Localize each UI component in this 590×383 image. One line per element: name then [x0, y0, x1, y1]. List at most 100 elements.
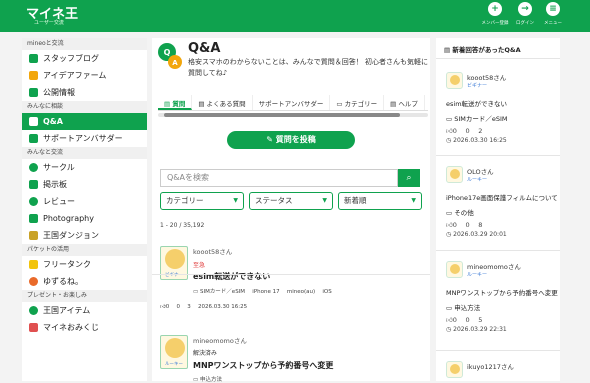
sidebar-item-staff-blog[interactable]: スタッフブログ [22, 50, 147, 67]
post-username[interactable]: mineomomoさん [193, 335, 247, 345]
post-categories: ▭ SIMカード／eSIM iPhone 17 mineo(au) iOS [193, 287, 332, 295]
urgent-tag: 至急 [193, 262, 206, 269]
post-question-label: 質問を投稿 [275, 135, 316, 144]
sidebar-item-board[interactable]: 掲示板 [22, 176, 147, 193]
answer-question-link[interactable]: esim転送ができない [446, 98, 558, 108]
sidebar-item-label: Photography [43, 214, 94, 223]
sidebar-item-label: ゆずるね。 [43, 277, 83, 286]
answer-date: ◷ 2026.03.30 16:25 [446, 137, 507, 144]
search-button[interactable]: ⌕ [398, 169, 420, 187]
status-dropdown[interactable]: ステータス ▼ [249, 192, 333, 210]
sidebar-item-circle[interactable]: サークル [22, 159, 147, 176]
folder-icon: ▭ [446, 115, 455, 123]
avatar[interactable] [446, 166, 463, 183]
folder-icon: ▭ [446, 304, 455, 312]
sidebar-item-omikuji[interactable]: マイネおみくじ [22, 319, 147, 336]
sidebar-item-label: マイネおみくじ [43, 323, 99, 332]
sidebar-section-title: みんなと交流 [22, 147, 147, 159]
answer-question-link[interactable]: MNPワンストップから予約番号へ変更 [446, 287, 558, 297]
qa-badge-icon: Q A [158, 43, 182, 69]
tab-support-ambassador[interactable]: サポートアンバサダー [253, 95, 331, 110]
avatar-face-icon [450, 75, 460, 85]
sidebar-item-support-ambassador[interactable]: サポートアンバサダー [22, 130, 147, 147]
tab-label: カテゴリー [344, 100, 378, 108]
tab-questions[interactable]: ▤ 質問 [158, 95, 193, 110]
circle-icon [29, 163, 38, 172]
post-title[interactable]: MNPワンストップから予約番号へ変更 [193, 360, 333, 371]
sort-dropdown[interactable]: 新着順 ▼ [338, 192, 422, 210]
omikuji-icon [29, 323, 38, 332]
main-content: Q A Q&A 格安スマホのわからないことは、みんなで質問＆回答！ 初心者さんも… [152, 38, 430, 383]
sidebar-item-photography[interactable]: Photography [22, 210, 147, 227]
sidebar-section-title: プレゼント・お楽しみ [22, 290, 147, 302]
sidebar-section-title: mineoと交流 [22, 38, 147, 50]
search-input[interactable]: Q&Aを検索 [160, 169, 398, 187]
caret-down-icon: ▼ [322, 197, 327, 204]
sidebar-item-free-tank[interactable]: フリータンク [22, 256, 147, 273]
avatar[interactable] [446, 72, 463, 89]
post-stats-text: 0 0 3 2026.03.30 16:25 [165, 304, 248, 310]
tab-label: よくある質問 [206, 100, 246, 108]
panel-divider [436, 250, 560, 251]
dropdown-label: 新着順 [344, 196, 367, 205]
answer-username[interactable]: ikuyo1217さん [467, 361, 514, 371]
post-categories-text: SIMカード／eSIM iPhone 17 mineo(au) iOS [199, 289, 332, 295]
avatar-face-icon [450, 264, 460, 274]
qa-icon [29, 117, 38, 126]
user-rank: ルーキー [467, 177, 488, 183]
tab-faq[interactable]: ▤ よくある質問 [192, 95, 253, 110]
user-rank: ビギナー [165, 273, 183, 278]
category-dropdown[interactable]: カテゴリー ▼ [160, 192, 244, 210]
avatar[interactable]: ルーキー [160, 335, 188, 369]
yuzurune-icon [29, 277, 38, 286]
chart-icon [29, 88, 38, 97]
sidebar-item-label: 公開情報 [43, 88, 75, 97]
answer-stats: 👍︎0 0 8 [446, 219, 482, 229]
post-username[interactable]: kooot58さん [193, 246, 232, 256]
menu-button[interactable]: ≡ メニュー [536, 2, 570, 32]
member-register-button[interactable]: + メンバー登録 [478, 2, 512, 32]
tab-help[interactable]: ▤ ヘルプ [384, 95, 425, 110]
post-title[interactable]: esim転送ができない [193, 271, 270, 282]
tab-scrollbar[interactable] [158, 113, 428, 117]
avatar[interactable] [446, 261, 463, 278]
menu-icon: ≡ [546, 2, 560, 16]
avatar-face-icon [450, 169, 460, 179]
sidebar: mineoと交流 スタッフブログ アイデアファーム 公開情報 みんなに相談 Q&… [22, 38, 147, 381]
sidebar-item-label: レビュー [43, 197, 75, 206]
recent-answers-panel: ▤ 新着回答があったQ&A kooot58さん ビギナー esim転送ができない… [436, 38, 560, 381]
tab-category[interactable]: ▭ カテゴリー [330, 95, 385, 110]
sidebar-item-review[interactable]: レビュー [22, 193, 147, 210]
sidebar-item-qa[interactable]: Q&A [22, 113, 147, 130]
like-icon: 👍︎ [446, 127, 453, 135]
sidebar-item-label: サポートアンバサダー [43, 134, 123, 143]
avatar-face-icon [165, 338, 185, 358]
avatar[interactable] [446, 361, 463, 378]
like-icon: 👍︎ [446, 221, 453, 229]
answer-category: ▭ 申込方法 [446, 302, 480, 312]
answer-stats-text: 0 0 5 [452, 316, 483, 324]
person-add-icon: + [488, 2, 502, 16]
sidebar-item-dungeon[interactable]: 王国ダンジョン [22, 227, 147, 244]
sidebar-item-idea-farm[interactable]: アイデアファーム [22, 67, 147, 84]
sidebar-item-yuzurune[interactable]: ゆずるね。 [22, 273, 147, 290]
sidebar-item-kingdom-item[interactable]: 王国アイテム [22, 302, 147, 319]
answer-question-link[interactable]: iPhone17e画面保護フィルムについて [446, 192, 558, 202]
scrollbar-thumb[interactable] [164, 113, 400, 117]
sidebar-item-label: Q&A [43, 117, 63, 126]
member-register-label: メンバー登録 [481, 21, 509, 26]
dropdown-label: カテゴリー [166, 196, 204, 205]
answer-stats-text: 0 0 2 [452, 127, 483, 135]
tab-bar: ▤ 質問 ▤ よくある質問 サポートアンバサダー ▭ カテゴリー ▤ ヘルプ [158, 95, 428, 111]
sidebar-item-label: 掲示板 [43, 180, 67, 189]
answer-username[interactable]: mineomomoさん [467, 261, 521, 271]
answer-username[interactable]: kooot58さん [467, 72, 506, 82]
answer-date-text: 2026.03.29 22:31 [453, 326, 507, 333]
sidebar-item-public-info[interactable]: 公開情報 [22, 84, 147, 101]
answer-category-text: 申込方法 [454, 304, 481, 312]
site-header: マイネ王 ユーザー交流 + メンバー登録 → ログイン ≡ メニュー [0, 0, 590, 32]
post-question-button[interactable]: ✎ 質問を投稿 [227, 131, 355, 149]
answer-username[interactable]: OLOさん [467, 166, 494, 176]
answer-stats: 👍︎0 0 5 [446, 314, 482, 324]
folder-icon: ▭ [446, 209, 455, 217]
